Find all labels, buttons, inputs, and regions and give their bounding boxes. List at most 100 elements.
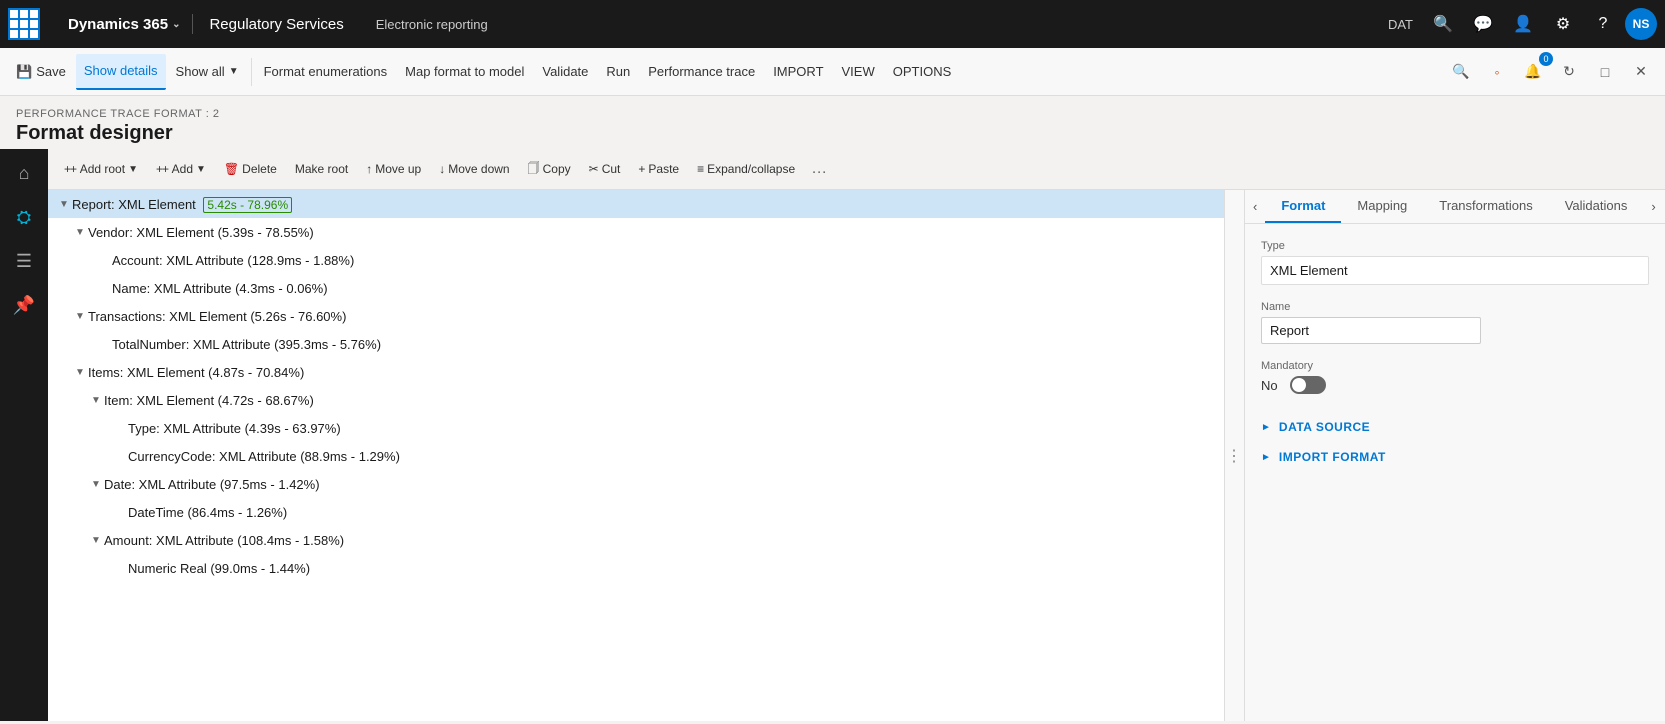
tab-format[interactable]: Format bbox=[1265, 190, 1341, 223]
cut-icon: ✂ bbox=[589, 162, 599, 176]
cut-button[interactable]: ✂ Cut bbox=[581, 155, 629, 183]
tree-item[interactable]: ▼ Date: XML Attribute (97.5ms - 1.42%) bbox=[48, 470, 1224, 498]
app-header: Dynamics 365 ⌄ Regulatory Services Elect… bbox=[56, 14, 1380, 34]
mandatory-field: Mandatory No bbox=[1261, 360, 1649, 394]
map-format-to-model-button[interactable]: Map format to model bbox=[397, 54, 532, 90]
show-details-button[interactable]: Show details bbox=[76, 54, 166, 90]
mandatory-label: Mandatory bbox=[1261, 360, 1649, 372]
options-button[interactable]: OPTIONS bbox=[885, 54, 960, 90]
run-button[interactable]: Run bbox=[598, 54, 638, 90]
tree-item[interactable]: ► Type: XML Attribute (4.39s - 63.97%) bbox=[48, 414, 1224, 442]
split-content: ▼ Report: XML Element 5.42s - 78.96% ▼ V… bbox=[48, 190, 1665, 721]
paste-button[interactable]: + Paste bbox=[630, 155, 687, 183]
tree-item[interactable]: ▼ Vendor: XML Element (5.39s - 78.55%) bbox=[48, 218, 1224, 246]
nav-filter-icon[interactable]: ⛭ bbox=[4, 197, 44, 237]
add-button[interactable]: + + Add ▼ bbox=[148, 155, 214, 183]
move-down-button[interactable]: ↓ Move down bbox=[431, 155, 517, 183]
close-icon[interactable]: ✕ bbox=[1625, 56, 1657, 88]
search-icon[interactable]: 🔍 bbox=[1425, 6, 1461, 42]
save-button[interactable]: 💾 Save bbox=[8, 54, 74, 90]
notifications-button[interactable]: 🔔 0 bbox=[1517, 56, 1549, 88]
chat-icon[interactable]: 💬 bbox=[1465, 6, 1501, 42]
tab-validations[interactable]: Validations bbox=[1549, 190, 1644, 223]
nav-recent-icon[interactable]: ☰ bbox=[4, 241, 44, 281]
tree-item[interactable]: ▼ Amount: XML Attribute (108.4ms - 1.58%… bbox=[48, 526, 1224, 554]
toggle-icon[interactable]: ▼ bbox=[88, 479, 104, 490]
tree-item[interactable]: ▼ Item: XML Element (4.72s - 68.67%) bbox=[48, 386, 1224, 414]
nav-pinned-icon[interactable]: 📌 bbox=[4, 285, 44, 325]
view-button[interactable]: VIEW bbox=[834, 54, 883, 90]
waffle-menu[interactable] bbox=[8, 8, 40, 40]
copy-button[interactable]: 🗍 Copy bbox=[520, 155, 579, 183]
office-icon[interactable]: ◦ bbox=[1481, 56, 1513, 88]
delete-button[interactable]: 🗑 Delete bbox=[216, 155, 285, 183]
tree-panel: ▼ Report: XML Element 5.42s - 78.96% ▼ V… bbox=[48, 190, 1225, 721]
tab-mapping[interactable]: Mapping bbox=[1341, 190, 1423, 223]
tree-item[interactable]: ► Name: XML Attribute (4.3ms - 0.06%) bbox=[48, 274, 1224, 302]
toggle-icon[interactable]: ▼ bbox=[72, 311, 88, 322]
show-all-button[interactable]: Show all ▼ bbox=[168, 54, 247, 90]
format-enumerations-button[interactable]: Format enumerations bbox=[256, 54, 396, 90]
copy-icon: 🗍 bbox=[528, 159, 540, 180]
toggle-track bbox=[1290, 376, 1326, 394]
tree-item[interactable]: ▼ Report: XML Element 5.42s - 78.96% bbox=[48, 190, 1224, 218]
nav-home-icon[interactable]: ⌂ bbox=[4, 153, 44, 193]
tree-item[interactable]: ▼ Transactions: XML Element (5.26s - 76.… bbox=[48, 302, 1224, 330]
bell-icon: 🔔 bbox=[1524, 63, 1541, 80]
name-label: Name bbox=[1261, 301, 1649, 313]
avatar[interactable]: NS bbox=[1625, 8, 1657, 40]
data-source-label: DATA SOURCE bbox=[1279, 420, 1370, 434]
panel-resize-handle[interactable]: ⋮ bbox=[1225, 190, 1245, 721]
search-ribbon-icon[interactable]: 🔍 bbox=[1445, 56, 1477, 88]
mandatory-row: No bbox=[1261, 376, 1649, 394]
toggle-icon[interactable]: ▼ bbox=[56, 199, 72, 210]
props-tabs: ‹ Format Mapping Transformations Validat… bbox=[1245, 190, 1665, 224]
toolbar: + + Add root ▼ + + Add ▼ 🗑 Delete Make r… bbox=[48, 149, 1665, 190]
resize-dots-icon: ⋮ bbox=[1226, 446, 1243, 466]
user-settings-icon[interactable]: 👤 bbox=[1505, 6, 1541, 42]
page-name: Electronic reporting bbox=[360, 17, 504, 32]
tree-item[interactable]: ► DateTime (86.4ms - 1.26%) bbox=[48, 498, 1224, 526]
help-icon[interactable]: ? bbox=[1585, 6, 1621, 42]
tree-item[interactable]: ► CurrencyCode: XML Attribute (88.9ms - … bbox=[48, 442, 1224, 470]
mandatory-toggle[interactable] bbox=[1290, 376, 1326, 394]
paste-icon: + bbox=[638, 162, 645, 176]
app-chevron-icon: ⌄ bbox=[172, 19, 180, 30]
tree-item[interactable]: ► TotalNumber: XML Attribute (395.3ms - … bbox=[48, 330, 1224, 358]
expand-collapse-button[interactable]: ≡ Expand/collapse bbox=[689, 155, 803, 183]
add-chevron-icon: ▼ bbox=[196, 164, 206, 175]
name-input[interactable] bbox=[1261, 317, 1481, 344]
import-format-chevron-icon: ► bbox=[1261, 452, 1271, 463]
ribbon-bar: 💾 Save Show details Show all ▼ Format en… bbox=[0, 48, 1665, 96]
ribbon-right-controls: 🔍 ◦ 🔔 0 ↻ □ ✕ bbox=[1445, 56, 1657, 88]
mandatory-no-label: No bbox=[1261, 378, 1278, 393]
app-name[interactable]: Dynamics 365 ⌄ bbox=[56, 16, 192, 33]
left-nav: ⌂ ⛭ ☰ 📌 bbox=[0, 149, 48, 721]
more-options-icon[interactable]: … bbox=[805, 156, 833, 182]
import-button[interactable]: IMPORT bbox=[765, 54, 831, 90]
module-name: Regulatory Services bbox=[193, 16, 359, 33]
tree-item[interactable]: ► Numeric Real (99.0ms - 1.44%) bbox=[48, 554, 1224, 582]
tree-item[interactable]: ► Account: XML Attribute (128.9ms - 1.88… bbox=[48, 246, 1224, 274]
tree-item[interactable]: ▼ Items: XML Element (4.87s - 70.84%) bbox=[48, 358, 1224, 386]
data-source-section[interactable]: ► DATA SOURCE bbox=[1261, 410, 1649, 440]
performance-trace-button[interactable]: Performance trace bbox=[640, 54, 763, 90]
ribbon-separator-1 bbox=[251, 58, 252, 86]
tabs-right-arrow[interactable]: › bbox=[1643, 190, 1663, 223]
make-root-button[interactable]: Make root bbox=[287, 155, 356, 183]
refresh-icon[interactable]: ↻ bbox=[1553, 56, 1585, 88]
toggle-icon[interactable]: ▼ bbox=[72, 367, 88, 378]
add-root-button[interactable]: + + Add root ▼ bbox=[56, 155, 146, 183]
tab-transformations[interactable]: Transformations bbox=[1423, 190, 1548, 223]
toggle-icon[interactable]: ▼ bbox=[72, 227, 88, 238]
delete-icon: 🗑 bbox=[224, 162, 239, 176]
move-up-button[interactable]: ↑ Move up bbox=[358, 155, 429, 183]
toggle-icon[interactable]: ▼ bbox=[88, 395, 104, 406]
import-format-section[interactable]: ► IMPORT FORMAT bbox=[1261, 440, 1649, 470]
settings-icon[interactable]: ⚙ bbox=[1545, 6, 1581, 42]
toggle-icon[interactable]: ▼ bbox=[88, 535, 104, 546]
page-title: Format designer bbox=[16, 122, 1649, 145]
open-new-window-icon[interactable]: □ bbox=[1589, 56, 1621, 88]
validate-button[interactable]: Validate bbox=[534, 54, 596, 90]
tabs-left-arrow[interactable]: ‹ bbox=[1245, 190, 1265, 223]
